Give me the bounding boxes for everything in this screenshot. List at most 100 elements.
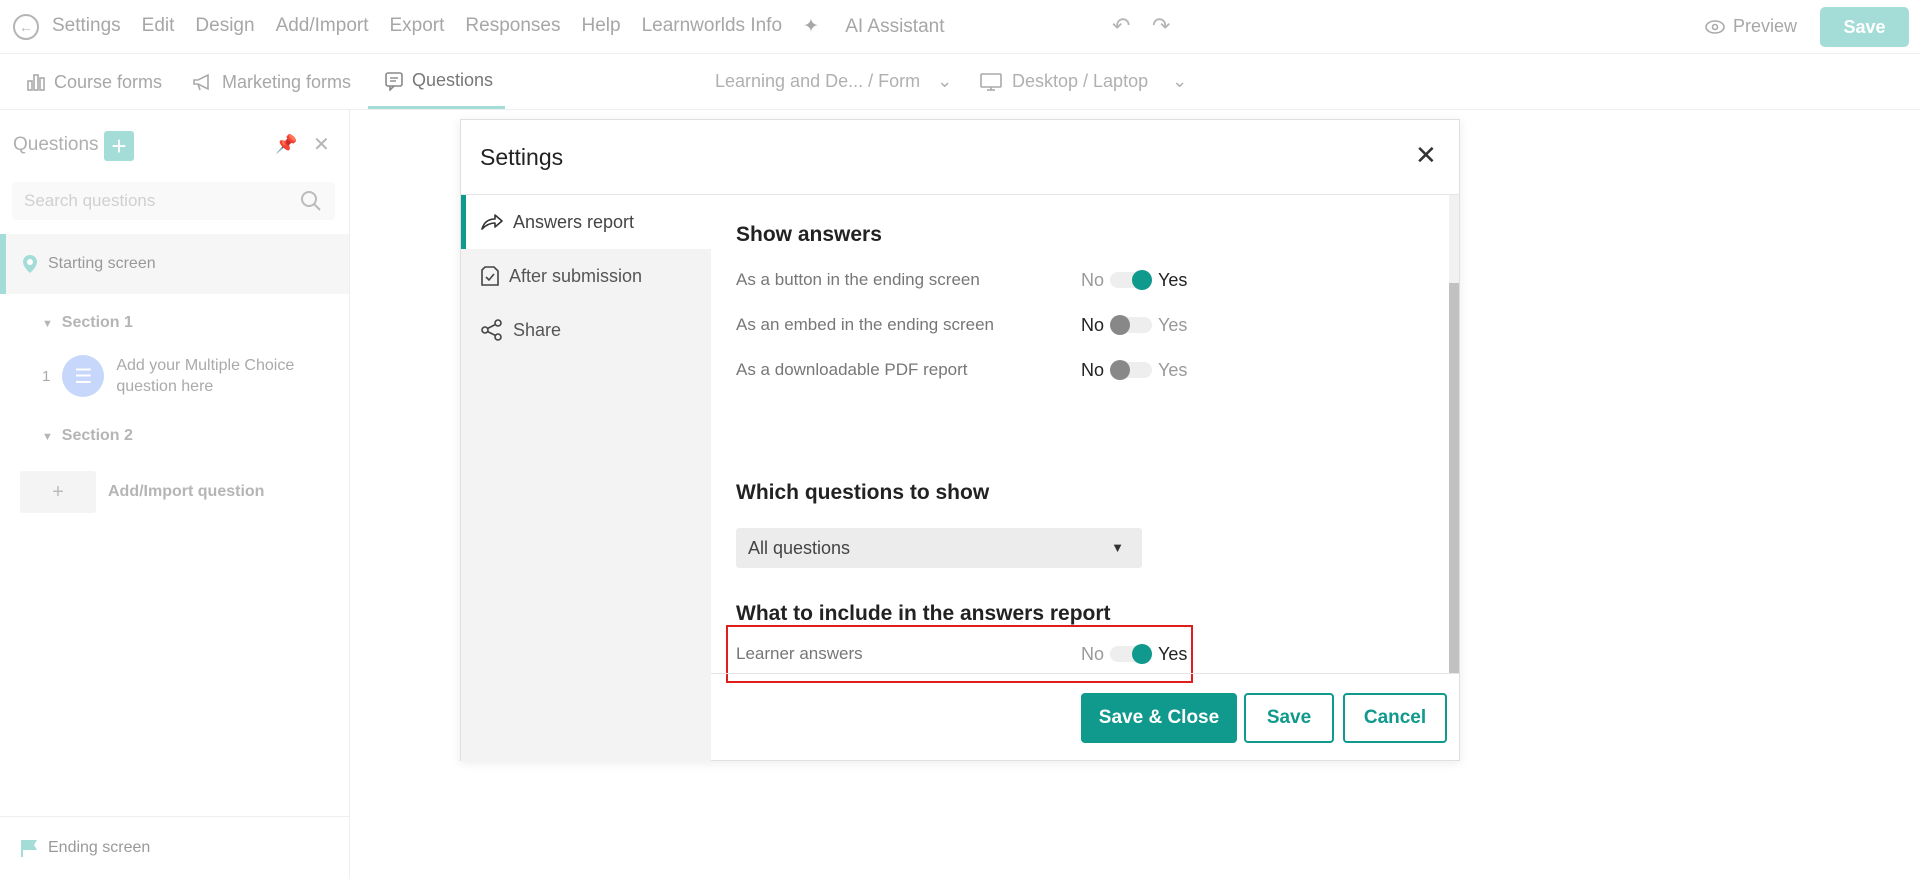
ending-screen-item[interactable]: Ending screen	[0, 816, 349, 879]
eye-icon	[1705, 19, 1725, 34]
show-as-button-label: As a button in the ending screen	[736, 270, 980, 289]
chevron-down-icon: ⌄	[1172, 71, 1188, 91]
tab-course-forms-label: Course forms	[54, 71, 163, 92]
questions-select[interactable]: All questions ▼	[736, 528, 1142, 568]
nav-after-submission[interactable]: After submission	[461, 249, 711, 303]
nav-share-label: Share	[513, 319, 562, 340]
undo-icon[interactable]: ↶	[1112, 13, 1130, 39]
device-dropdown[interactable]: Desktop / Laptop ⌄	[980, 71, 1187, 92]
close-icon[interactable]: ✕	[313, 132, 330, 157]
menu-learnworlds-info[interactable]: Learnworlds Info	[642, 15, 782, 38]
tab-marketing-forms-label: Marketing forms	[222, 71, 352, 92]
bar-chart-icon	[27, 74, 45, 91]
tab-questions-label: Questions	[412, 70, 494, 90]
monitor-icon	[980, 72, 1002, 91]
tab-marketing-forms[interactable]: Marketing forms	[192, 55, 351, 109]
section-1-label: Section 1	[61, 314, 133, 331]
modal-save-button[interactable]: Save	[1244, 693, 1334, 743]
toggle-no-label: No	[1081, 269, 1105, 290]
tab-course-forms[interactable]: Course forms	[26, 55, 162, 109]
nav-share[interactable]: Share	[461, 303, 711, 357]
menu-settings[interactable]: Settings	[52, 15, 121, 38]
section-1-header[interactable]: ▼ Section 1	[42, 314, 133, 332]
sparkle-icon: ✦	[803, 16, 825, 37]
questions-sidebar: Questions + 📌 ✕ Starting screen ▼ Sectio…	[0, 110, 350, 879]
back-arrow-icon[interactable]: ←	[13, 14, 39, 40]
breadcrumb: Learning and De... / Form	[715, 71, 921, 91]
learner-answers-toggle[interactable]: No Yes	[1081, 644, 1187, 665]
search-input[interactable]	[12, 182, 335, 220]
breadcrumb-dropdown[interactable]: Learning and De... / Form ⌄	[715, 71, 952, 92]
question-item[interactable]: 1 ☰ Add your Multiple Choice question he…	[42, 355, 342, 397]
modal-scrollbar[interactable]	[1449, 195, 1459, 673]
toggle-track[interactable]	[1110, 644, 1153, 664]
ending-screen-label: Ending screen	[48, 839, 151, 856]
redo-icon[interactable]: ↷	[1152, 13, 1170, 39]
pin-icon[interactable]: 📌	[275, 134, 297, 155]
search-icon[interactable]	[300, 190, 322, 212]
checklist-icon	[481, 266, 499, 286]
add-import-question-plus[interactable]: +	[20, 471, 96, 513]
modal-footer: Save & Close Save Cancel	[711, 673, 1459, 761]
menu-edit[interactable]: Edit	[142, 15, 175, 38]
modal-header: Settings ✕	[461, 120, 1459, 195]
nav-answers-report[interactable]: Answers report	[461, 195, 711, 249]
sidebar-title: Questions	[13, 134, 99, 155]
device-label: Desktop / Laptop	[1012, 71, 1149, 91]
toggle-yes-label: Yes	[1158, 359, 1188, 380]
save-close-button[interactable]: Save & Close	[1081, 693, 1237, 743]
save-button[interactable]: Save	[1820, 7, 1909, 47]
top-menu-bar: ← Settings Edit Design Add/Import Export…	[0, 0, 1920, 54]
scrollbar-thumb[interactable]	[1449, 283, 1459, 673]
toggle-yes-label: Yes	[1158, 269, 1188, 290]
show-as-button-toggle[interactable]: No Yes	[1081, 270, 1187, 291]
caret-down-icon: ▼	[42, 318, 53, 330]
share-icon	[481, 319, 502, 341]
show-as-embed-toggle[interactable]: No Yes	[1081, 315, 1187, 336]
menu-responses[interactable]: Responses	[465, 15, 560, 38]
modal-title: Settings	[480, 144, 564, 170]
show-as-pdf-toggle[interactable]: No Yes	[1081, 360, 1187, 381]
caret-down-icon: ▼	[1111, 540, 1124, 555]
starting-screen-item[interactable]: Starting screen	[0, 234, 349, 294]
menu-help[interactable]: Help	[581, 15, 620, 38]
settings-modal: Settings ✕ Answers report After submissi…	[460, 119, 1460, 761]
include-heading: What to include in the answers report	[736, 602, 1111, 625]
close-icon[interactable]: ✕	[1415, 140, 1437, 171]
toggle-yes-label: Yes	[1158, 643, 1188, 664]
toggle-no-label: No	[1081, 314, 1105, 335]
learner-answers-row: Learner answers No Yes	[736, 639, 1336, 669]
toggle-knob	[1132, 270, 1153, 290]
cancel-button[interactable]: Cancel	[1343, 693, 1447, 743]
show-as-embed-row: As an embed in the ending screen No Yes	[736, 310, 1336, 340]
menu-add-import[interactable]: Add/Import	[276, 15, 369, 38]
menu-ai-assistant[interactable]: ✦ AI Assistant	[803, 15, 965, 38]
section-2-label: Section 2	[61, 427, 133, 444]
megaphone-icon	[193, 73, 209, 91]
show-as-pdf-row: As a downloadable PDF report No Yes	[736, 355, 1336, 385]
menu-design[interactable]: Design	[195, 15, 254, 38]
ai-assistant-label: AI Assistant	[845, 16, 945, 37]
share-arrow-icon	[481, 214, 503, 230]
menu-export[interactable]: Export	[390, 15, 445, 38]
question-number: 1	[42, 367, 51, 385]
add-import-question-button[interactable]: Add/Import question	[108, 483, 264, 501]
caret-down-icon: ▼	[42, 431, 53, 443]
main-menu: Settings Edit Design Add/Import Export R…	[52, 15, 987, 38]
which-questions-heading: Which questions to show	[736, 481, 990, 504]
show-answers-heading: Show answers	[736, 223, 882, 246]
section-2-header[interactable]: ▼ Section 2	[42, 427, 133, 445]
starting-screen-label: Starting screen	[48, 255, 156, 272]
add-question-plus-button[interactable]: +	[104, 131, 134, 161]
toggle-track[interactable]	[1110, 360, 1153, 380]
toggle-track[interactable]	[1110, 270, 1153, 290]
toggle-track[interactable]	[1110, 315, 1153, 335]
toggle-yes-label: Yes	[1158, 314, 1188, 335]
multiple-choice-icon: ☰	[62, 355, 105, 397]
toggle-no-label: No	[1081, 359, 1105, 380]
tab-questions[interactable]: Questions	[368, 55, 506, 109]
flag-icon	[21, 840, 37, 857]
show-as-pdf-label: As a downloadable PDF report	[736, 360, 968, 379]
preview-button[interactable]: Preview	[1705, 16, 1797, 37]
show-as-embed-label: As an embed in the ending screen	[736, 315, 995, 334]
